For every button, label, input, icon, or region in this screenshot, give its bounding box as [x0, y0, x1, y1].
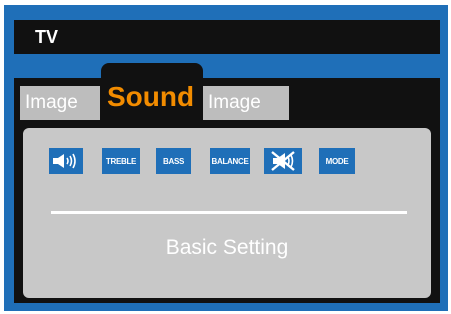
tab-image-left[interactable]: Image: [20, 86, 100, 120]
mute-button[interactable]: [264, 148, 302, 174]
tab-image-right[interactable]: Image: [203, 86, 289, 120]
divider: [51, 211, 407, 214]
title-bar: TV: [14, 20, 440, 54]
volume-button[interactable]: [49, 148, 83, 174]
section-title: Basic Setting: [165, 236, 289, 259]
tab-label: Sound: [107, 81, 195, 112]
tab-label: Image: [208, 92, 261, 113]
treble-button[interactable]: TREBLE: [102, 148, 140, 174]
volume-icon: [53, 153, 76, 169]
mode-button[interactable]: MODE: [319, 148, 355, 174]
tab-sound[interactable]: Sound: [101, 63, 203, 121]
balance-button[interactable]: BALANCE: [210, 148, 250, 174]
bass-button[interactable]: BASS: [156, 148, 191, 174]
window-title: TV: [35, 27, 59, 47]
mute-icon: [271, 151, 295, 171]
tab-label: Image: [25, 92, 78, 113]
